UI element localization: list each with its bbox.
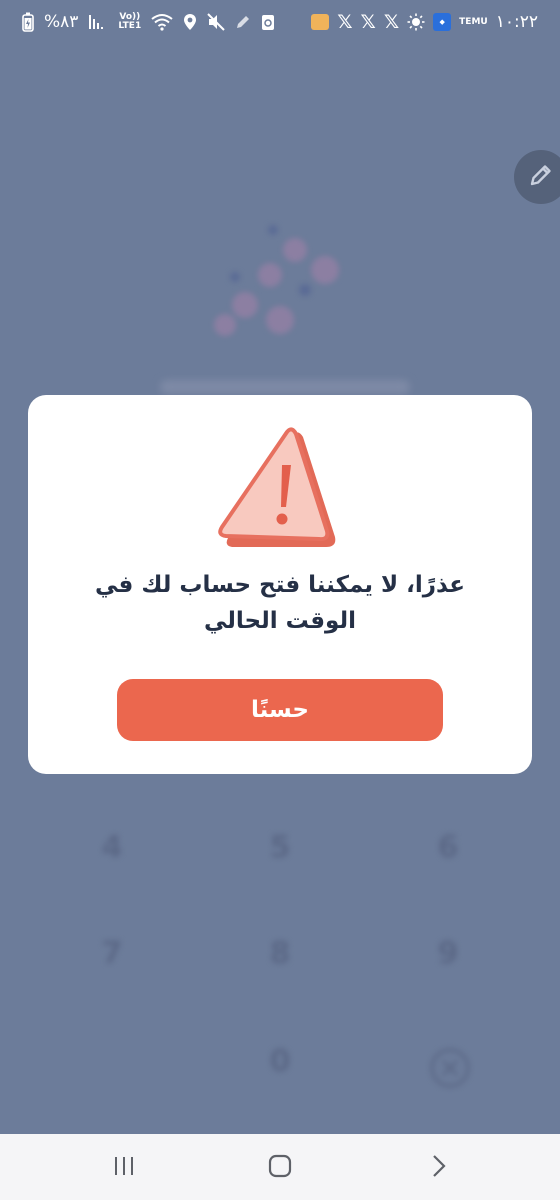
- dialog-message: عذرًا، لا يمكننا فتح حساب لك في الوقت ال…: [94, 572, 465, 634]
- x-notification-icon: 𝕏: [383, 11, 400, 33]
- battery-percent: %٨٣: [44, 12, 79, 32]
- wifi-icon: [151, 13, 173, 31]
- back-button[interactable]: [408, 1150, 468, 1186]
- home-icon: [267, 1153, 293, 1183]
- backspace-icon: [428, 1048, 472, 1092]
- network-type: Vo)) LTE1: [118, 13, 141, 31]
- status-bar: %٨٣ Vo)) LTE1 𝕏 𝕏 𝕏 ◆ TEMU ١٠:٢٢: [0, 0, 560, 44]
- keypad-key: 7: [101, 936, 123, 971]
- signal-icon: [88, 13, 108, 31]
- status-right: 𝕏 𝕏 𝕏 ◆ TEMU ١٠:٢٢: [311, 10, 538, 34]
- pencil-icon: [235, 14, 251, 30]
- warning-icon: [218, 425, 342, 553]
- keypad-key: 4: [101, 830, 123, 865]
- mute-icon: [207, 13, 225, 31]
- store-app-icon: ◆: [433, 13, 452, 31]
- chevron-right-icon: [428, 1154, 448, 1182]
- clock: ١٠:٢٢: [495, 12, 538, 32]
- background-illustration: [205, 215, 365, 355]
- brightness-icon: [407, 13, 425, 31]
- ok-button[interactable]: حسنًا: [117, 679, 443, 741]
- keypad-key: 5: [269, 830, 291, 865]
- navigation-bar: [0, 1134, 560, 1200]
- home-button[interactable]: [250, 1150, 310, 1186]
- edit-button[interactable]: [514, 150, 560, 204]
- keypad-key: 8: [269, 936, 291, 971]
- keypad-key: 6: [437, 830, 459, 865]
- background-text: [160, 380, 410, 394]
- keypad-key: 9: [437, 936, 459, 971]
- recent-apps-button[interactable]: [94, 1150, 154, 1186]
- lte-label: LTE1: [118, 21, 142, 31]
- background-keypad: 4 5 6 7 8 9 0: [0, 800, 560, 1100]
- temu-icon: TEMU: [459, 16, 488, 27]
- recent-apps-icon: [112, 1154, 136, 1182]
- recycle-icon: [261, 13, 275, 31]
- x-notification-icon: 𝕏: [360, 11, 376, 33]
- edit-pencil-icon: [528, 162, 554, 192]
- battery-icon: [22, 12, 34, 32]
- location-icon: [183, 13, 197, 31]
- status-left: %٨٣ Vo)) LTE1: [22, 10, 275, 34]
- x-notification-icon: 𝕏: [337, 11, 353, 33]
- app-notification-icon: [311, 14, 330, 30]
- error-dialog: عذرًا، لا يمكننا فتح حساب لك في الوقت ال…: [28, 395, 532, 774]
- keypad-key: 0: [269, 1044, 291, 1079]
